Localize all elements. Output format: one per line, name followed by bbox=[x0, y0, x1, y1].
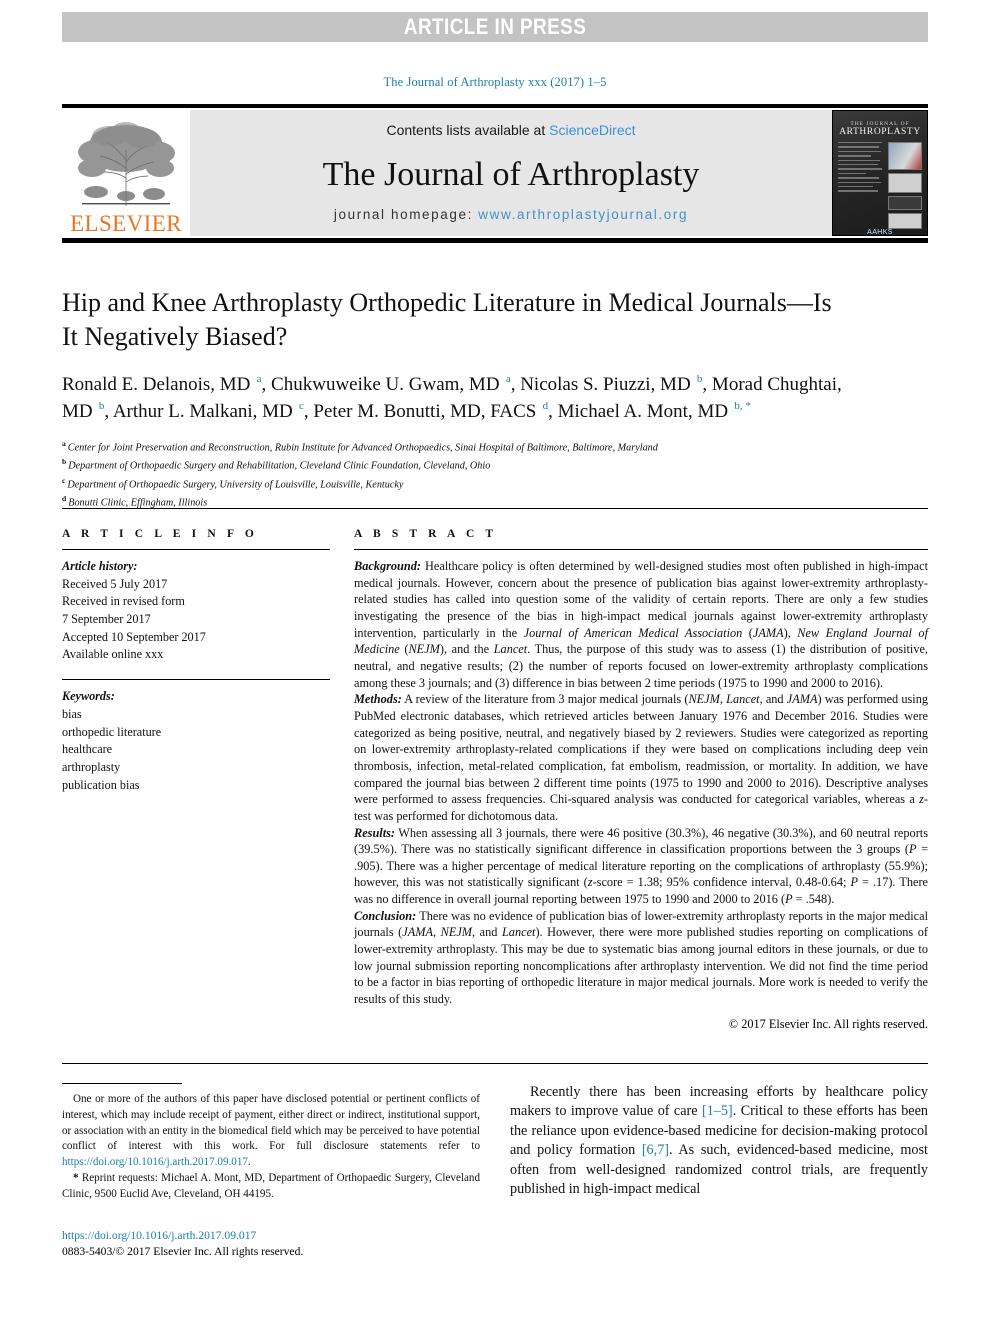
abstract-section: Results: When assessing all 3 journals, … bbox=[354, 825, 929, 907]
masthead-bottom-rule bbox=[62, 238, 928, 243]
abstract-body: Background: Healthcare policy is often d… bbox=[354, 558, 928, 1008]
article-history-item: Received in revised form bbox=[62, 594, 185, 609]
cover-society-logo: AAHKS AMERICAN ASSOCIATION OF HIP AND KN… bbox=[867, 229, 893, 236]
keywords-label: Keywords: bbox=[62, 689, 115, 704]
doi-block: https://doi.org/10.1016/j.arth.2017.09.0… bbox=[62, 1228, 480, 1260]
author-list: Ronald E. Delanois, MD a, Chukwuweike U.… bbox=[62, 373, 842, 422]
reprint-footnote: * Reprint requests: Michael A. Mont, MD,… bbox=[62, 1171, 480, 1200]
keywords-group: Keywords: bias orthopedic literature healt… bbox=[62, 688, 330, 794]
title-and-authors: Hip and Knee Arthroplasty Orthopedic Lit… bbox=[62, 286, 928, 512]
abstract-heading: A B S T R A C T bbox=[354, 528, 498, 540]
page-title: Hip and Knee Arthroplasty Orthopedic Lit… bbox=[62, 288, 832, 351]
article-history-item: Available online xxx bbox=[62, 647, 164, 662]
affiliation-item: c Department of Orthopaedic Surgery, Univ… bbox=[62, 475, 404, 490]
homepage-url-link[interactable]: www.arthroplastyjournal.org bbox=[478, 207, 688, 222]
abstract-section: Conclusion: There was no evidence of pub… bbox=[354, 908, 928, 1007]
abstract-copyright: © 2017 Elsevier Inc. All rights reserved… bbox=[728, 1016, 928, 1031]
keyword-items: bias orthopedic literature healthcare arthr… bbox=[62, 706, 330, 794]
article-info-column: A R T I C L E I N F O Article history: R… bbox=[62, 528, 330, 1032]
abstract-section: Background: Healthcare policy is often d… bbox=[354, 559, 929, 690]
keyword-item: bias bbox=[62, 706, 82, 721]
sciencedirect-link[interactable]: ScienceDirect bbox=[549, 122, 635, 138]
introduction-paragraph: Recently there has been increasing effor… bbox=[510, 1083, 928, 1200]
issn-copyright-line: 0883-5403/© 2017 Elsevier Inc. All right… bbox=[62, 1245, 304, 1259]
contents-lists-line: Contents lists available at ScienceDirec… bbox=[386, 122, 635, 138]
info-abstract-region: A R T I C L E I N F O Article history: R… bbox=[62, 528, 928, 1032]
homepage-label: journal homepage: bbox=[333, 207, 479, 222]
body-text-column: Recently there has been increasing effor… bbox=[510, 1083, 928, 1261]
article-history-item: Received 5 July 2017 bbox=[62, 576, 168, 591]
keyword-item: orthopedic literature bbox=[62, 724, 162, 739]
abstract-column: A B S T R A C T Background: Healthcare p… bbox=[354, 528, 928, 1032]
abstract-rule bbox=[354, 549, 928, 550]
abstract-bottom-rule bbox=[62, 1063, 928, 1064]
footnotes-column: One or more of the authors of this paper… bbox=[62, 1083, 480, 1261]
running-citation: The Journal of Arthroplasty xxx (2017) 1… bbox=[383, 75, 607, 89]
masthead-top-rule bbox=[62, 104, 928, 108]
keyword-item: arthroplasty bbox=[62, 759, 121, 774]
affiliation-item: a Center for Joint Preservation and Recon… bbox=[62, 438, 658, 453]
journal-homepage-line: journal homepage: www.arthroplastyjourna… bbox=[334, 207, 688, 222]
journal-masthead: ELSEVIER Contents lists available at Sci… bbox=[62, 110, 928, 236]
affiliation-item: b Department of Orthopaedic Surgery and R… bbox=[62, 457, 491, 472]
abstract-section: Methods: A review of the literature from… bbox=[354, 692, 928, 823]
abstract-section-label: Conclusion: bbox=[354, 908, 417, 923]
masthead-center: Contents lists available at ScienceDirec… bbox=[190, 110, 832, 236]
disclosure-footnote: One or more of the authors of this paper… bbox=[62, 1093, 480, 1168]
page-footer-region: One or more of the authors of this paper… bbox=[62, 1083, 928, 1261]
footnote-text: One or more of the authors of this paper… bbox=[62, 1092, 480, 1202]
article-info-heading: A R T I C L E I N F O bbox=[62, 528, 258, 540]
contents-prefix: Contents lists available at bbox=[386, 122, 550, 138]
abstract-section-label: Results: bbox=[354, 825, 395, 840]
footnote-separator-rule bbox=[62, 1083, 182, 1084]
article-history-item: 7 September 2017 bbox=[62, 612, 151, 627]
article-in-press-label: ARTICLE IN PRESS bbox=[403, 14, 587, 39]
article-history-items: Received 5 July 2017 Received in revised … bbox=[62, 576, 330, 664]
article-info-rule bbox=[62, 549, 330, 550]
article-in-press-banner: ARTICLE IN PRESS bbox=[62, 12, 928, 42]
cover-line-2: ARTHROPLASTY bbox=[839, 127, 921, 137]
journal-title: The Journal of Arthroplasty bbox=[322, 155, 700, 193]
intro-text: Recently there has been increasing effor… bbox=[510, 1084, 928, 1198]
abstract-section-label: Methods: bbox=[354, 692, 402, 707]
journal-cover-thumbnail: THE JOURNAL OF ARTHROPLASTY AAHKS bbox=[832, 110, 928, 236]
keyword-item: healthcare bbox=[62, 742, 113, 757]
journal-article-page: ARTICLE IN PRESS The Journal of Arthropl… bbox=[0, 0, 990, 1320]
article-history-item: Accepted 10 September 2017 bbox=[62, 629, 206, 644]
elsevier-wordmark: ELSEVIER bbox=[70, 211, 182, 236]
doi-link[interactable]: https://doi.org/10.1016/j.arth.2017.09.0… bbox=[62, 1228, 480, 1244]
article-history-group: Article history: Received 5 July 2017 Rec… bbox=[62, 558, 330, 664]
keywords-rule bbox=[62, 679, 330, 681]
elsevier-logo: ELSEVIER bbox=[62, 110, 190, 236]
abstract-section-label: Background: bbox=[354, 559, 421, 573]
article-history-label: Article history: bbox=[62, 559, 138, 573]
affiliation-list: a Center for Joint Preservation and Recon… bbox=[62, 438, 928, 512]
keyword-item: publication bias bbox=[62, 777, 140, 792]
abstract-top-rule bbox=[62, 508, 928, 509]
elsevier-tree-icon bbox=[78, 122, 175, 206]
